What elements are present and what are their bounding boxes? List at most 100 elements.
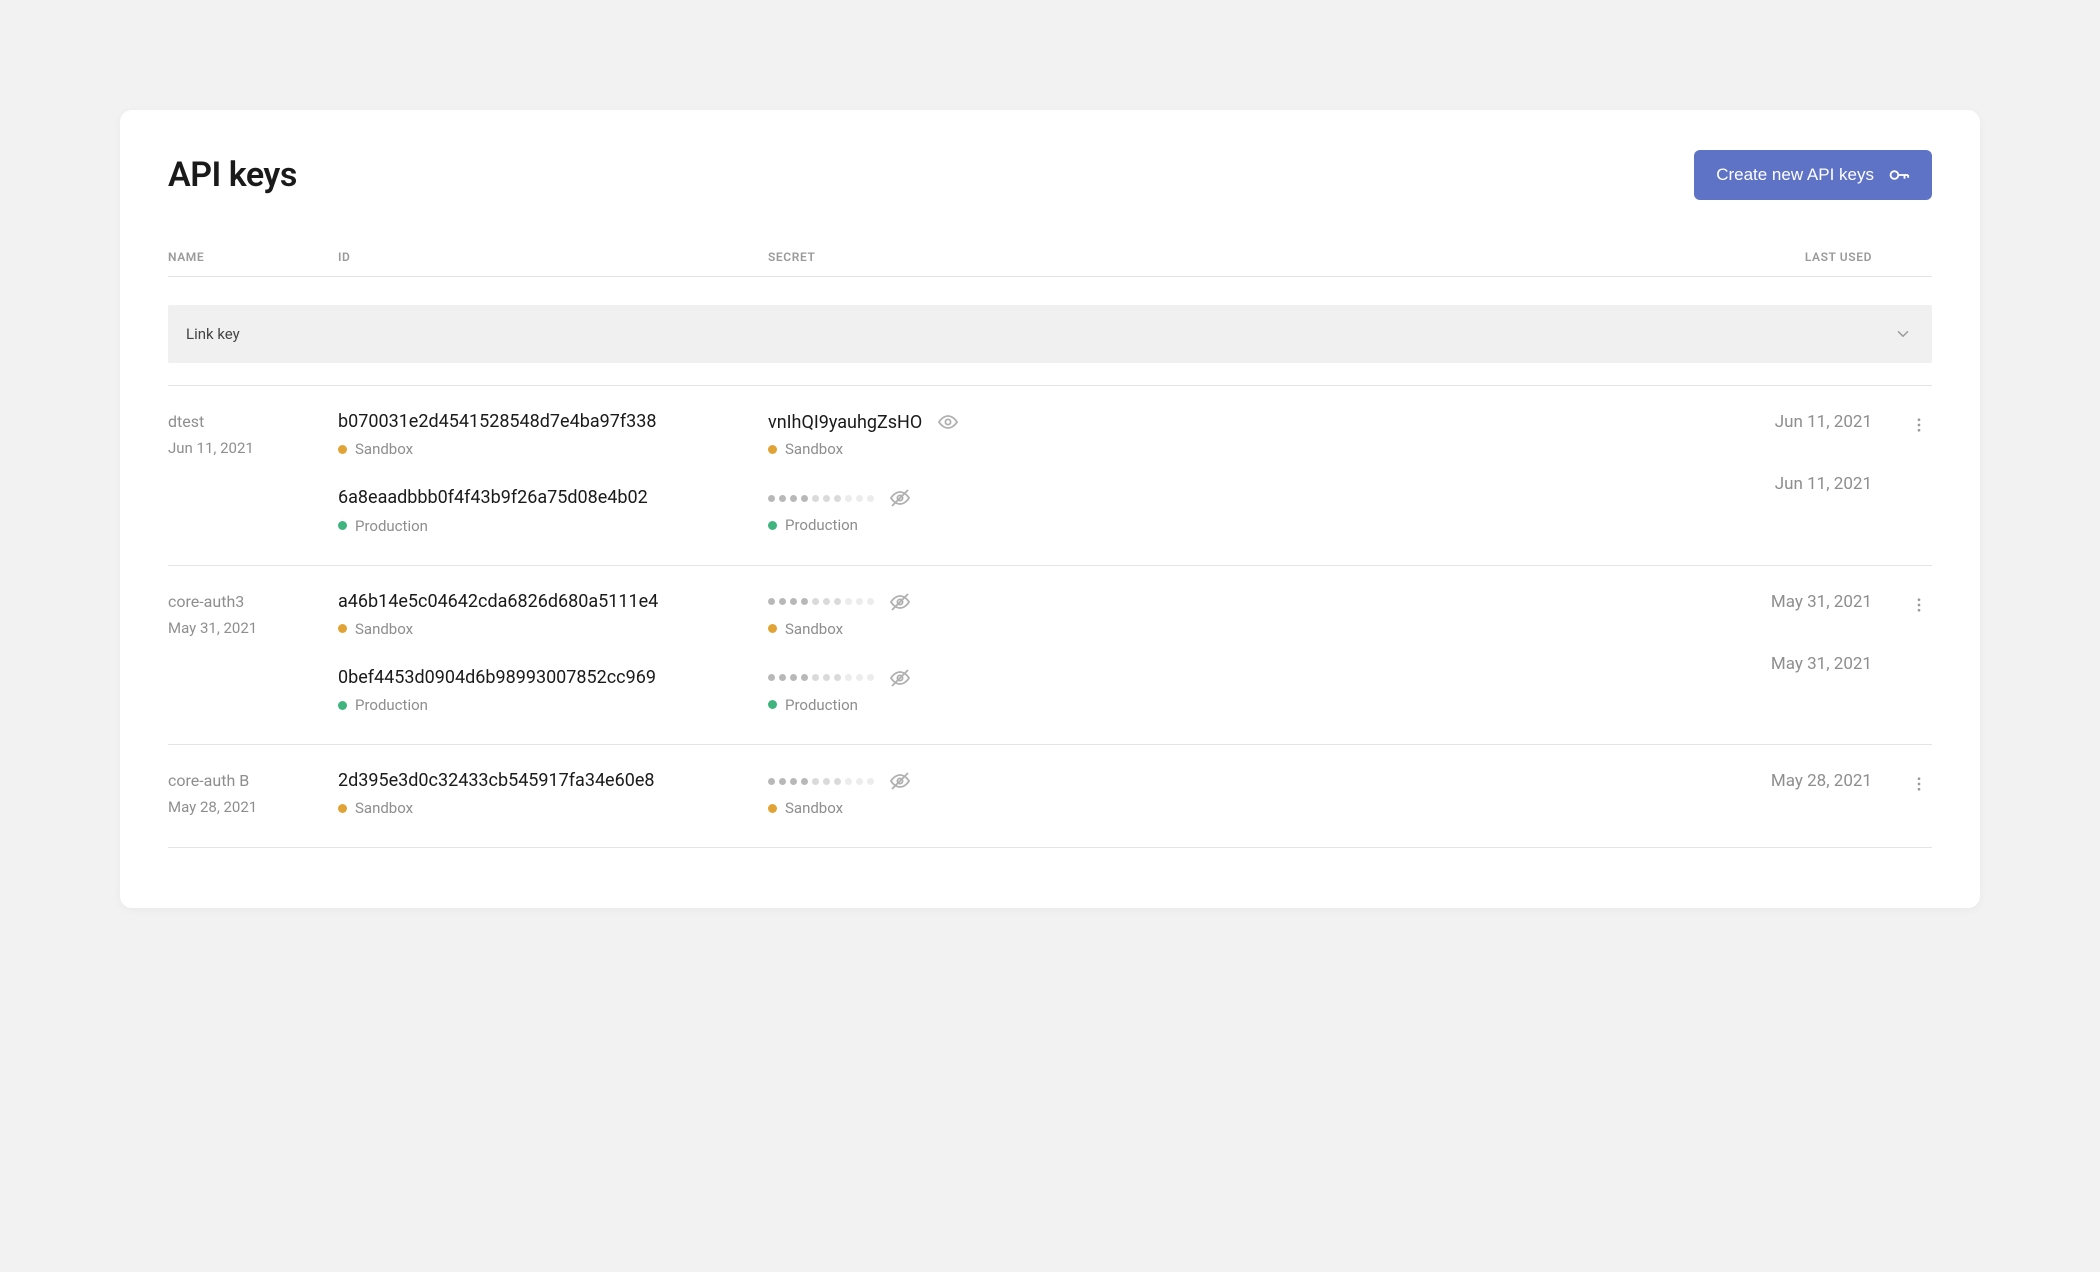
- env-tag: Production: [768, 696, 1298, 714]
- env-label: Sandbox: [785, 620, 843, 638]
- id-col: 2d395e3d0c32433cb545917fa34e60e8 Sandbox: [338, 769, 768, 817]
- row-actions-button[interactable]: [1906, 412, 1932, 441]
- key-id: a46b14e5c04642cda6826d680a5111e4: [338, 590, 768, 614]
- table-row: core-auth BMay 28, 20212d395e3d0c32433cb…: [168, 745, 1932, 848]
- key-id: 6a8eaadbbb0f4f43b9f26a75d08e4b02: [338, 486, 768, 510]
- env-label: Sandbox: [785, 440, 843, 458]
- key-created-date: May 31, 2021: [168, 619, 338, 637]
- env-label: Production: [785, 696, 858, 714]
- secret-col: vnIhQI9yauhgZsHO Sandbox Production: [768, 410, 1298, 534]
- secret-block: Sandbox: [768, 769, 1298, 817]
- key-name: core-auth3: [168, 592, 338, 611]
- env-tag: Sandbox: [768, 620, 1298, 638]
- chevron-down-icon: [1894, 325, 1912, 343]
- secret-line: vnIhQI9yauhgZsHO: [768, 410, 1298, 434]
- key-id-block: b070031e2d4541528548d7e4ba97f338Sandbox: [338, 410, 768, 458]
- panel-header: API keys Create new API keys: [168, 150, 1932, 200]
- secret-block: Sandbox: [768, 590, 1298, 638]
- secret-line: [768, 486, 1298, 510]
- last-used-date: Jun 11, 2021: [1298, 412, 1872, 432]
- env-label: Sandbox: [355, 620, 413, 638]
- row-actions-button[interactable]: [1906, 771, 1932, 800]
- key-id: 2d395e3d0c32433cb545917fa34e60e8: [338, 769, 768, 793]
- env-tag: Sandbox: [338, 799, 768, 817]
- sandbox-dot-icon: [768, 624, 777, 633]
- secret-block: Production: [768, 666, 1298, 714]
- key-name-col: core-auth3 May 31, 2021: [168, 590, 338, 637]
- env-label: Sandbox: [355, 440, 413, 458]
- actions-col: [1892, 769, 1932, 800]
- actions-col: [1892, 590, 1932, 621]
- reveal-secret-button[interactable]: [888, 769, 912, 793]
- id-col: b070031e2d4541528548d7e4ba97f338Sandbox 6…: [338, 410, 768, 535]
- env-label: Production: [355, 517, 428, 535]
- production-dot-icon: [338, 521, 347, 530]
- production-dot-icon: [768, 700, 777, 709]
- key-name-col: dtest Jun 11, 2021: [168, 410, 338, 457]
- env-tag: Production: [338, 696, 768, 714]
- key-created-date: Jun 11, 2021: [168, 439, 338, 457]
- key-id-block: 0bef4453d0904d6b98993007852cc969 Producti…: [338, 666, 768, 714]
- key-name-col: core-auth BMay 28, 2021: [168, 769, 338, 816]
- env-tag: Sandbox: [768, 799, 1298, 817]
- eye-off-icon: [890, 592, 910, 612]
- key-created-date: May 28, 2021: [168, 798, 338, 816]
- env-tag: Production: [338, 517, 768, 535]
- secret-col: Sandbox Production: [768, 590, 1298, 714]
- table-header: NAME ID SECRET LAST USED: [168, 250, 1932, 277]
- secret-block: vnIhQI9yauhgZsHO Sandbox: [768, 410, 1298, 458]
- row-actions-button[interactable]: [1906, 592, 1932, 621]
- link-key-row[interactable]: Link key: [168, 305, 1932, 363]
- col-name: NAME: [168, 250, 338, 264]
- api-keys-panel: API keys Create new API keys NAME ID SEC…: [120, 110, 1980, 908]
- reveal-secret-button[interactable]: [888, 666, 912, 690]
- production-dot-icon: [768, 521, 777, 530]
- env-label: Sandbox: [785, 799, 843, 817]
- secret-line: [768, 666, 1298, 690]
- key-id-block: 2d395e3d0c32433cb545917fa34e60e8 Sandbox: [338, 769, 768, 817]
- api-keys-table: NAME ID SECRET LAST USED Link key dtest J…: [168, 250, 1932, 848]
- last-used-col: May 28, 2021: [1298, 769, 1892, 791]
- production-dot-icon: [338, 701, 347, 710]
- secret-masked: [768, 778, 874, 785]
- kebab-icon: [1910, 775, 1928, 793]
- env-label: Production: [355, 696, 428, 714]
- actions-col: [1892, 410, 1932, 441]
- last-used-col: Jun 11, 2021Jun 11, 2021: [1298, 410, 1892, 494]
- env-label: Sandbox: [355, 799, 413, 817]
- id-col: a46b14e5c04642cda6826d680a5111e4 Sandbox 0…: [338, 590, 768, 715]
- col-id: ID: [338, 250, 768, 264]
- eye-off-icon: [890, 488, 910, 508]
- secret-block: Production: [768, 486, 1298, 534]
- eye-off-icon: [890, 771, 910, 791]
- env-tag: Sandbox: [338, 440, 768, 458]
- kebab-icon: [1910, 416, 1928, 434]
- secret-line: [768, 590, 1298, 614]
- env-label: Production: [785, 516, 858, 534]
- env-tag: Sandbox: [768, 440, 1298, 458]
- table-row: core-auth3May 31, 2021a46b14e5c04642cda6…: [168, 566, 1932, 746]
- sandbox-dot-icon: [768, 445, 777, 454]
- sandbox-dot-icon: [768, 804, 777, 813]
- key-id-block: 6a8eaadbbb0f4f43b9f26a75d08e4b02 Producti…: [338, 486, 768, 534]
- sandbox-dot-icon: [338, 624, 347, 633]
- secret-col: Sandbox: [768, 769, 1298, 817]
- key-name: dtest: [168, 412, 338, 431]
- env-tag: Production: [768, 516, 1298, 534]
- key-id: 0bef4453d0904d6b98993007852cc969: [338, 666, 768, 690]
- reveal-secret-button[interactable]: [888, 590, 912, 614]
- hide-secret-button[interactable]: [936, 410, 960, 434]
- last-used-date: May 31, 2021: [1298, 654, 1872, 674]
- col-secret: SECRET: [768, 250, 1298, 264]
- reveal-secret-button[interactable]: [888, 486, 912, 510]
- create-api-keys-label: Create new API keys: [1716, 165, 1874, 185]
- link-key-label: Link key: [186, 325, 240, 343]
- secret-masked: [768, 495, 874, 502]
- create-api-keys-button[interactable]: Create new API keys: [1694, 150, 1932, 200]
- sandbox-dot-icon: [338, 804, 347, 813]
- page-title: API keys: [168, 155, 297, 195]
- env-tag: Sandbox: [338, 620, 768, 638]
- sandbox-dot-icon: [338, 445, 347, 454]
- key-icon: [1888, 164, 1910, 186]
- eye-off-icon: [890, 668, 910, 688]
